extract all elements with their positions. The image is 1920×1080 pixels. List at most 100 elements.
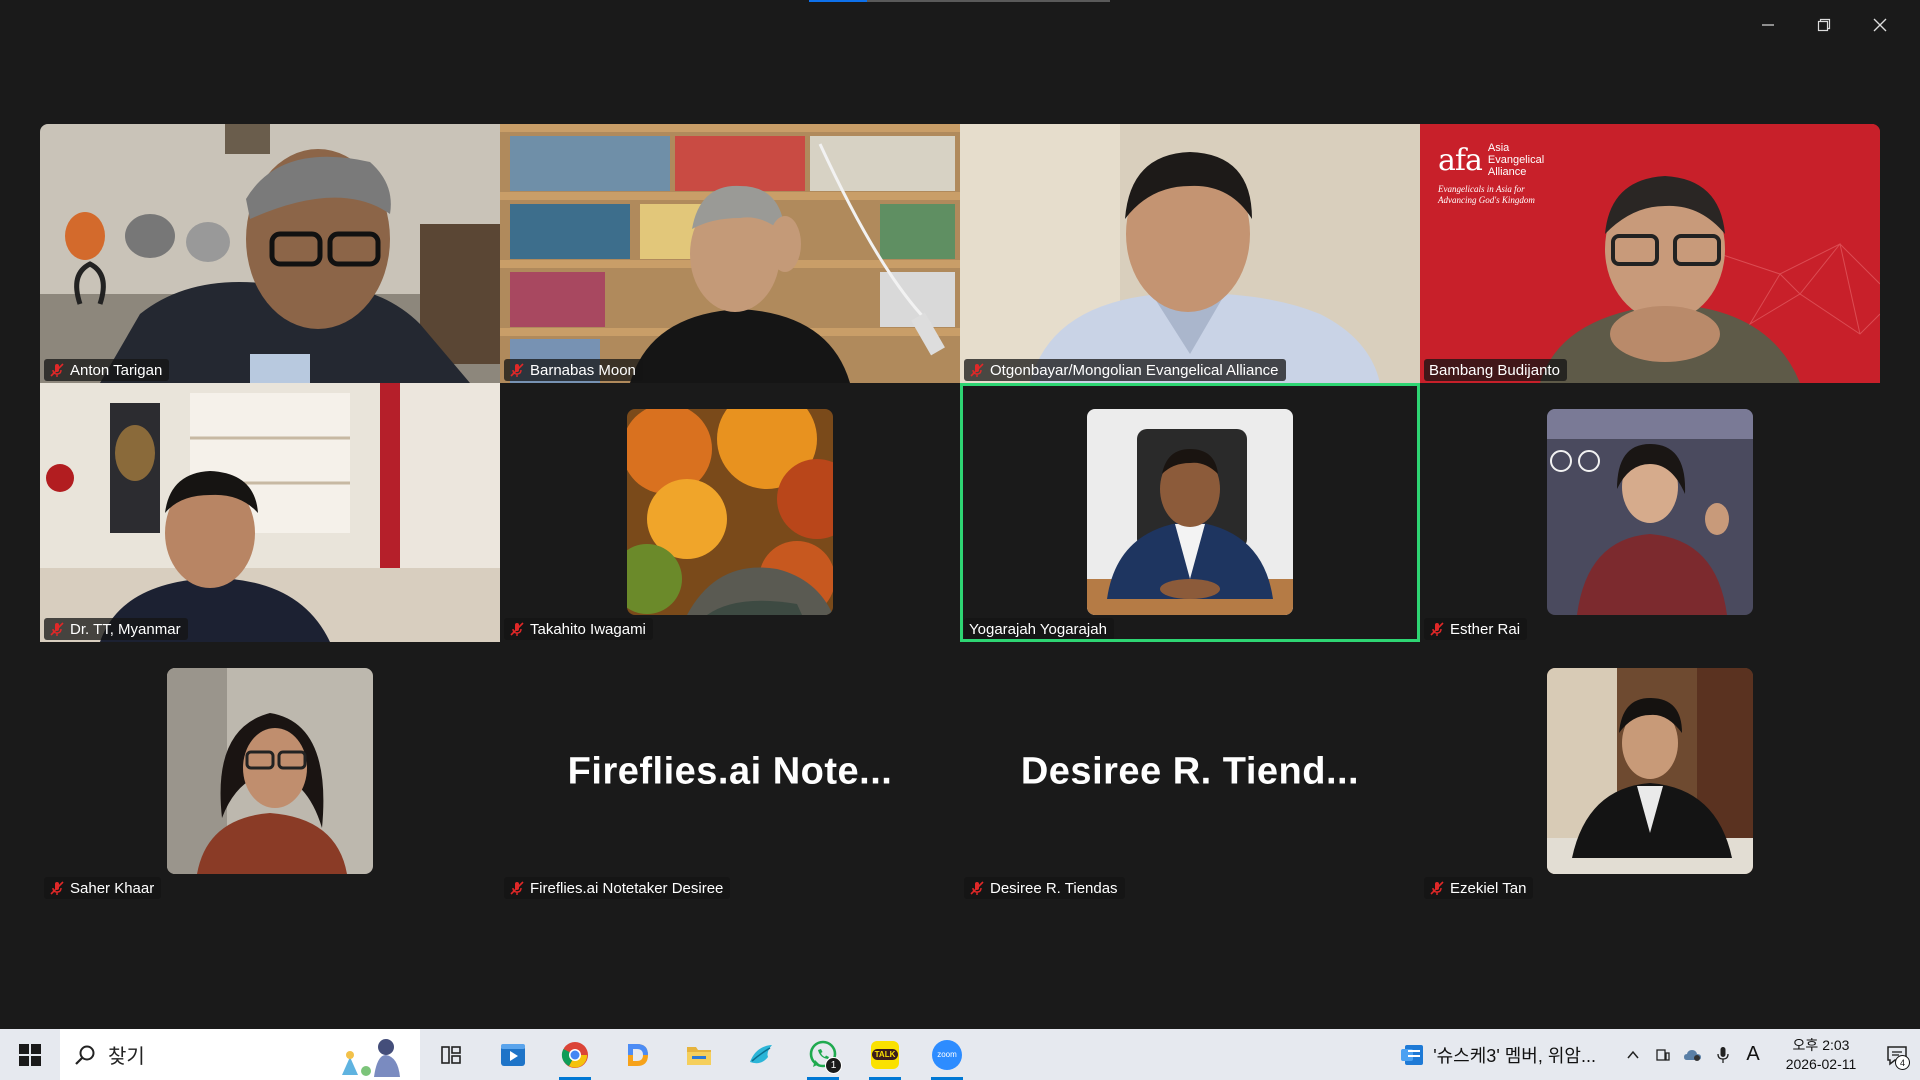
task-view-icon — [441, 1045, 461, 1064]
participant-name-tag: Otgonbayar/Mongolian Evangelical Allianc… — [964, 359, 1286, 381]
zoom-meeting-window: Anton Tarigan Barnabas Moon Otgonbayar/M… — [0, 0, 1920, 1029]
participant-name: Yogarajah Yogarajah — [969, 620, 1107, 638]
search-placeholder: 찾기 — [108, 1046, 145, 1068]
close-button[interactable] — [1852, 8, 1908, 42]
tray-microphone-button[interactable] — [1708, 1029, 1738, 1080]
participant-tile[interactable]: Barnabas Moon — [500, 124, 960, 383]
org-tagline: Evangelicals in Asia for — [1438, 184, 1525, 194]
participant-name: Takahito Iwagami — [530, 620, 646, 638]
taskbar-app-d[interactable] — [606, 1029, 668, 1080]
taskbar-app-media-player[interactable] — [482, 1029, 544, 1080]
taskbar-app-whatsapp[interactable]: 1 — [792, 1029, 854, 1080]
windows-taskbar: 찾기 1 TALK zoom '슈스케3' 멤버, 위암... A 오후 2:0… — [0, 1029, 1920, 1080]
input-method-indicator[interactable]: A — [1738, 1029, 1768, 1080]
chevron-up-icon — [1627, 1050, 1639, 1058]
taskbar-app-zoom[interactable]: zoom — [916, 1029, 978, 1080]
participant-tile[interactable]: Anton Tarigan — [40, 124, 500, 383]
close-icon — [1873, 18, 1887, 32]
task-view-button[interactable] — [420, 1029, 482, 1080]
restore-icon — [1817, 18, 1831, 32]
kakaotalk-label: TALK — [871, 1049, 899, 1060]
muted-mic-icon — [970, 881, 984, 895]
show-hidden-icons-button[interactable] — [1618, 1029, 1648, 1080]
participant-tile[interactable]: Esther Rai — [1420, 383, 1880, 642]
participant-name: Esther Rai — [1450, 620, 1521, 638]
profile-picture — [627, 409, 833, 615]
action-center-button[interactable]: 4 — [1874, 1029, 1920, 1080]
taskbar-app-bird[interactable] — [730, 1029, 792, 1080]
participant-name-tag: Saher Khaar — [44, 877, 162, 899]
participant-name: Otgonbayar/Mongolian Evangelical Allianc… — [990, 361, 1279, 379]
participant-name-tag: Fireflies.ai Notetaker Desiree — [504, 877, 731, 899]
participant-name: Bambang Budijanto — [1429, 361, 1560, 379]
org-logo: afa — [1438, 142, 1483, 178]
participant-display-name: Desiree R. Tiend... — [1020, 750, 1360, 792]
participant-name: Ezekiel Tan — [1450, 879, 1527, 897]
participant-name: Anton Tarigan — [70, 361, 163, 379]
video-feed — [40, 124, 500, 383]
system-tray: '슈스케3' 멤버, 위암... A 오후 2:03 2026-02-11 4 — [1399, 1029, 1920, 1080]
windows-logo-icon — [19, 1043, 41, 1066]
window-controls — [1740, 8, 1908, 42]
profile-picture — [167, 668, 373, 874]
org-tagline: Advancing God's Kingdom — [1438, 195, 1535, 205]
participant-name-tag: Esther Rai — [1424, 618, 1528, 640]
muted-mic-icon — [1430, 622, 1444, 636]
muted-mic-icon — [1430, 881, 1444, 895]
muted-mic-icon — [50, 363, 64, 377]
notification-preview-text: '슈스케3' 멤버, 위암... — [1433, 1045, 1596, 1066]
news-notification-preview[interactable]: '슈스케3' 멤버, 위암... — [1399, 1042, 1596, 1068]
cloud-sync-icon — [1684, 1049, 1701, 1061]
media-player-icon — [501, 1043, 525, 1066]
muted-mic-icon — [510, 881, 524, 895]
participant-name-tag: Ezekiel Tan — [1424, 877, 1534, 899]
participant-tile[interactable]: Otgonbayar/Mongolian Evangelical Allianc… — [960, 124, 1420, 383]
muted-mic-icon — [510, 363, 524, 377]
whatsapp-unread-badge: 1 — [825, 1057, 842, 1074]
participant-name-tag: Bambang Budijanto — [1424, 359, 1567, 381]
zoom-icon: zoom — [932, 1039, 962, 1070]
search-icon — [75, 1045, 95, 1065]
participant-tile[interactable]: Fireflies.ai Note... Fireflies.ai Noteta… — [500, 642, 960, 901]
taskbar-clock[interactable]: 오후 2:03 2026-02-11 — [1776, 1036, 1866, 1074]
notification-count-badge: 4 — [1895, 1055, 1910, 1070]
participant-tile[interactable]: Dr. TT, Myanmar — [40, 383, 500, 642]
participant-name: Desiree R. Tiendas — [990, 879, 1118, 897]
participant-name-tag: Desiree R. Tiendas — [964, 877, 1125, 899]
participant-name: Barnabas Moon — [530, 361, 636, 379]
muted-mic-icon — [50, 881, 64, 895]
participant-tile-active-speaker[interactable]: Yogarajah Yogarajah — [960, 383, 1420, 642]
profile-picture — [1087, 409, 1293, 615]
restore-button[interactable] — [1796, 8, 1852, 42]
participant-name-tag: Barnabas Moon — [504, 359, 643, 381]
participant-name: Fireflies.ai Notetaker Desiree — [530, 879, 724, 897]
start-button[interactable] — [0, 1029, 60, 1080]
tray-cloud-button[interactable] — [1678, 1029, 1708, 1080]
bird-app-icon — [750, 1044, 772, 1063]
taskbar-app-kakaotalk[interactable]: TALK — [854, 1029, 916, 1080]
participant-tile[interactable]: Ezekiel Tan — [1420, 642, 1880, 901]
tray-device-button[interactable] — [1648, 1029, 1678, 1080]
org-name-line: Alliance — [1487, 166, 1527, 178]
participant-name: Saher Khaar — [70, 879, 155, 897]
share-indicator — [809, 0, 1110, 2]
zoom-label: zoom — [937, 1050, 957, 1059]
video-feed — [960, 124, 1420, 383]
taskbar-app-chrome[interactable] — [544, 1029, 606, 1080]
minimize-button[interactable] — [1740, 8, 1796, 42]
muted-mic-icon — [50, 622, 64, 636]
profile-picture — [1547, 668, 1753, 874]
news-icon — [1401, 1044, 1424, 1065]
participant-name: Dr. TT, Myanmar — [70, 620, 181, 638]
participant-tile[interactable]: afa Asia Evangelical Alliance Evangelica… — [1420, 124, 1880, 383]
participant-name-tag: Dr. TT, Myanmar — [44, 618, 188, 640]
chrome-icon — [561, 1041, 588, 1068]
taskbar-search-box[interactable]: 찾기 — [60, 1029, 420, 1080]
participant-tile[interactable]: Saher Khaar — [40, 642, 500, 901]
participant-tile[interactable]: Takahito Iwagami — [500, 383, 960, 642]
participant-tile[interactable]: Desiree R. Tiend... Desiree R. Tiendas — [960, 642, 1420, 901]
participant-display-name: Fireflies.ai Note... — [567, 750, 893, 792]
org-banner: afa Asia Evangelical Alliance Evangelica… — [1438, 142, 1544, 206]
taskbar-app-file-explorer[interactable] — [668, 1029, 730, 1080]
kakaotalk-icon: TALK — [871, 1040, 899, 1069]
